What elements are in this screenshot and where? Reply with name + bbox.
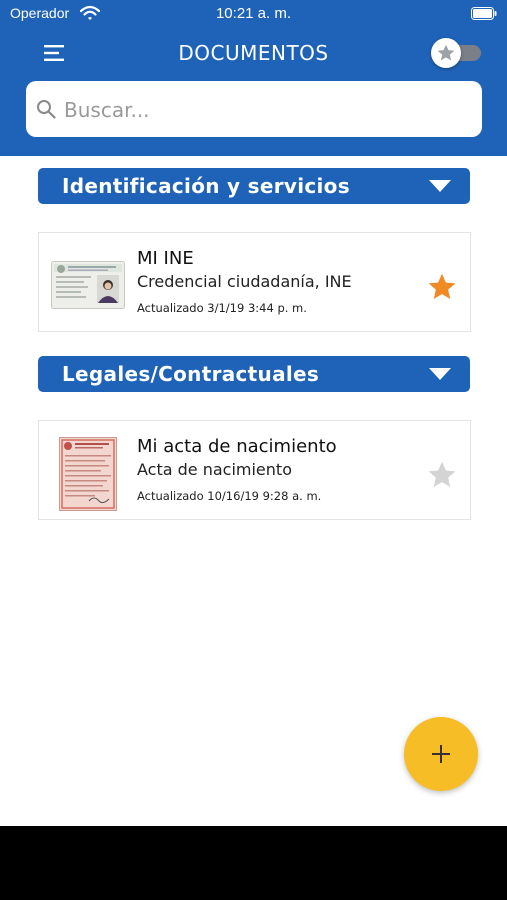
section-header-identificacion[interactable]: Identificación y servicios — [38, 168, 470, 204]
section-title: Identificación y servicios — [62, 174, 350, 198]
status-bar: Operador 10:21 a. m. — [0, 0, 507, 28]
chevron-down-icon — [429, 180, 451, 192]
battery-icon — [471, 7, 497, 20]
document-name: MI INE — [137, 248, 194, 269]
section-header-legales[interactable]: Legales/Contractuales — [38, 356, 470, 392]
document-updated: Actualizado 10/16/19 9:28 a. m. — [137, 489, 322, 503]
document-name: Mi acta de nacimiento — [137, 436, 337, 457]
document-card-acta[interactable]: Mi acta de nacimiento Acta de nacimiento… — [38, 420, 471, 520]
bottom-bar — [0, 826, 507, 900]
document-updated: Actualizado 3/1/19 3:44 p. m. — [137, 301, 307, 315]
toggle-knob — [431, 38, 461, 68]
star-icon[interactable] — [425, 271, 459, 303]
section-title: Legales/Contractuales — [62, 362, 320, 386]
document-type: Acta de nacimiento — [137, 460, 292, 479]
id-card-thumbnail — [51, 261, 125, 309]
app-header: Operador 10:21 a. m. DOCUMENTOS — [0, 0, 507, 156]
document-type: Credencial ciudadanía, INE — [137, 272, 352, 291]
document-card-ine[interactable]: MI INE Credencial ciudadanía, INE Actual… — [38, 232, 471, 332]
status-time: 10:21 a. m. — [215, 5, 292, 22]
chevron-down-icon — [429, 368, 451, 380]
favorites-toggle[interactable] — [431, 38, 483, 68]
search-input[interactable] — [62, 91, 466, 129]
search-icon — [37, 100, 56, 119]
star-icon[interactable] — [425, 459, 459, 491]
star-icon — [437, 44, 455, 61]
add-document-button[interactable] — [404, 717, 478, 791]
birth-certificate-thumbnail — [59, 437, 117, 511]
search-bar — [26, 81, 482, 137]
plus-icon — [432, 745, 450, 763]
